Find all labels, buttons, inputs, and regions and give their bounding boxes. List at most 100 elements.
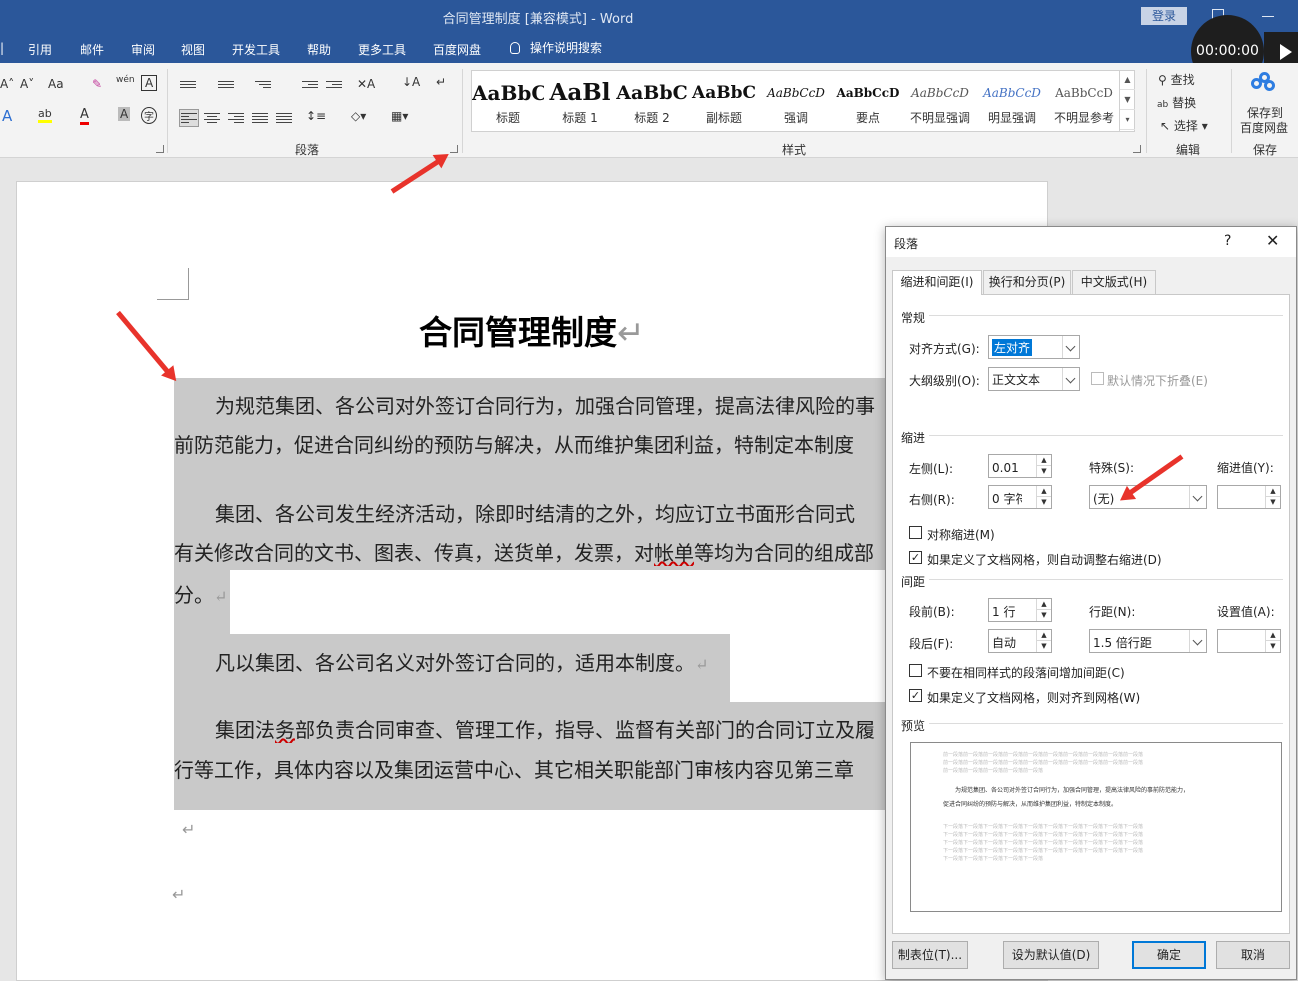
- set-default-button[interactable]: 设为默认值(D): [1003, 941, 1099, 969]
- clear-format-icon[interactable]: ✎: [92, 77, 102, 91]
- dialog-titlebar[interactable]: 段落 ? ✕: [886, 227, 1296, 257]
- line-spacing-icon[interactable]: ↕≡: [306, 109, 326, 123]
- spin-up-icon[interactable]: ▲: [1037, 455, 1051, 466]
- style-intense-emphasis[interactable]: AaBbCcD 明显强调: [976, 71, 1048, 131]
- play-icon[interactable]: [1280, 44, 1292, 60]
- spin-up-icon[interactable]: ▲: [1037, 599, 1051, 610]
- align-right-icon[interactable]: [228, 111, 244, 125]
- close-icon[interactable]: ✕: [1266, 231, 1279, 250]
- paragraph-4-line-2[interactable]: 行等工作，具体内容以及集团运营中心、其它相关职能部门审核内容见第三章: [174, 754, 886, 783]
- shading-icon[interactable]: ◇▾: [351, 109, 366, 123]
- decrease-indent-icon[interactable]: [302, 79, 318, 93]
- cancel-button[interactable]: 取消: [1216, 941, 1290, 969]
- paragraph-dialog-launcher[interactable]: [450, 145, 458, 153]
- style-emphasis[interactable]: AaBbCcD 强调: [760, 71, 832, 131]
- sort-icon[interactable]: ↓A: [402, 75, 420, 89]
- tab-review[interactable]: 审阅: [131, 41, 155, 58]
- help-icon[interactable]: ?: [1224, 233, 1231, 249]
- pinyin-icon[interactable]: wén: [116, 75, 135, 85]
- style-heading-2[interactable]: AaBbC 标题 2: [616, 71, 688, 131]
- alignment-select[interactable]: 左对齐: [988, 335, 1080, 359]
- tabs-button[interactable]: 制表位(T)...: [892, 941, 968, 969]
- spin-down-icon[interactable]: ▼: [1037, 641, 1051, 652]
- more-styles-icon[interactable]: ▾: [1120, 110, 1135, 130]
- enclose-char-icon[interactable]: 字: [141, 107, 157, 124]
- shrink-font-icon[interactable]: A˅: [20, 77, 34, 91]
- paragraph-1-line-1[interactable]: 为规范集团、各公司对外签订合同行为，加强合同管理，提高法律风险的事: [215, 390, 886, 419]
- style-subtle-emphasis[interactable]: AaBbCcD 不明显强调: [904, 71, 976, 131]
- tab-line-page-breaks[interactable]: 换行和分页(P): [983, 270, 1071, 294]
- borders-icon[interactable]: ▦▾: [391, 109, 408, 123]
- save-to-netdisk-line2[interactable]: 百度网盘: [1240, 119, 1288, 136]
- tab-developer[interactable]: 开发工具: [232, 41, 280, 58]
- chinese-layout-icon[interactable]: ✕A: [357, 77, 375, 91]
- tab-help[interactable]: 帮助: [307, 41, 331, 58]
- line-spacing-select[interactable]: 1.5 倍行距: [1089, 629, 1207, 653]
- scroll-up-icon[interactable]: ▲: [1120, 70, 1135, 90]
- baidu-cloud-icon[interactable]: [1251, 72, 1277, 96]
- spin-down-icon[interactable]: ▼: [1266, 497, 1280, 508]
- tab-references[interactable]: 引用: [28, 41, 52, 58]
- text-effect-icon[interactable]: A: [2, 107, 12, 125]
- justify-icon[interactable]: [252, 111, 268, 125]
- indent-by-spinner[interactable]: ▲ ▼: [1217, 485, 1281, 509]
- select-button[interactable]: ↖ 选择 ▾: [1160, 117, 1208, 134]
- spin-up-icon[interactable]: ▲: [1266, 486, 1280, 497]
- space-before-spinner[interactable]: 1 行 ▲ ▼: [988, 598, 1052, 622]
- highlight-icon[interactable]: ab: [38, 107, 52, 123]
- tell-me-search[interactable]: 操作说明搜索: [510, 39, 602, 56]
- font-color-icon[interactable]: A: [80, 107, 89, 125]
- char-border-icon[interactable]: A: [141, 75, 158, 91]
- style-strong[interactable]: AaBbCcD 要点: [832, 71, 904, 131]
- spin-down-icon[interactable]: ▼: [1037, 610, 1051, 621]
- spacing-at-spinner[interactable]: ▲ ▼: [1217, 629, 1281, 653]
- ok-button[interactable]: 确定: [1132, 941, 1206, 969]
- tab-baidu-netdisk[interactable]: 百度网盘: [433, 41, 481, 58]
- paragraph-2-line-2[interactable]: 有关修改合同的文书、图表、传真，送货单，发票，对帐单等均为合同的组成部: [174, 537, 886, 566]
- style-subtle-reference[interactable]: AaBbCcD 不明显参考: [1048, 71, 1120, 131]
- numbering-icon[interactable]: [218, 79, 234, 93]
- bullets-icon[interactable]: [180, 79, 196, 93]
- change-case-icon[interactable]: Aa: [48, 77, 64, 91]
- tab-view[interactable]: 视图: [181, 41, 205, 58]
- spin-down-icon[interactable]: ▼: [1037, 466, 1051, 477]
- tab-asian-typography[interactable]: 中文版式(H): [1072, 270, 1156, 294]
- tab-mailings[interactable]: 邮件: [80, 41, 104, 58]
- tab-more-tools[interactable]: 更多工具: [358, 41, 406, 58]
- style-heading-1[interactable]: AaBl 标题 1: [544, 71, 616, 131]
- document-title[interactable]: 合同管理制度↵: [419, 306, 645, 354]
- paragraph-4-line-1[interactable]: 集团法务部负责合同审查、管理工作，指导、监督有关部门的合同订立及履: [215, 714, 886, 743]
- show-marks-icon[interactable]: ↵: [436, 75, 446, 89]
- mirror-indents-checkbox[interactable]: [909, 526, 922, 539]
- snap-to-grid-checkbox[interactable]: ✓: [909, 689, 922, 702]
- replace-button[interactable]: ab 替换: [1157, 94, 1196, 111]
- align-left-icon[interactable]: [179, 109, 199, 127]
- no-space-same-style-checkbox[interactable]: [909, 664, 922, 677]
- tab-indents-spacing[interactable]: 缩进和间距(I): [892, 270, 982, 295]
- auto-right-indent-checkbox[interactable]: ✓: [909, 551, 922, 564]
- space-after-spinner[interactable]: 自动 ▲ ▼: [988, 629, 1052, 653]
- paragraph-2-line-1[interactable]: 集团、各公司发生经济活动，除即时结清的之外，均应订立书面形合同式: [215, 498, 886, 527]
- paragraph-1-line-2[interactable]: 前防范能力，促进合同纠纷的预防与解决，从而维护集团利益，特制定本制度: [174, 429, 886, 458]
- outline-level-select[interactable]: 正文文本: [988, 367, 1080, 391]
- right-indent-spinner[interactable]: 0 字符 ▲ ▼: [988, 485, 1052, 509]
- align-center-icon[interactable]: [204, 111, 220, 125]
- multilevel-list-icon[interactable]: [255, 79, 271, 93]
- char-shading-icon[interactable]: A: [118, 107, 131, 121]
- paragraph-3[interactable]: 凡以集团、各公司名义对外签订合同的，适用本制度。↵: [215, 647, 886, 676]
- paragraph-2-line-3[interactable]: 分。↵: [174, 579, 234, 608]
- special-indent-select[interactable]: (无): [1089, 485, 1207, 509]
- style-subtitle[interactable]: AaBbC 副标题: [688, 71, 760, 131]
- styles-scroll[interactable]: ▲ ▼ ▾: [1119, 70, 1135, 132]
- scroll-down-icon[interactable]: ▼: [1120, 90, 1135, 110]
- find-button[interactable]: ⚲ 查找: [1158, 71, 1195, 88]
- spin-down-icon[interactable]: ▼: [1266, 641, 1280, 652]
- minimize-icon[interactable]: [1262, 16, 1274, 17]
- left-indent-spinner[interactable]: 0.01 字符 ▲▼: [988, 454, 1052, 478]
- spin-down-icon[interactable]: ▼: [1037, 497, 1051, 508]
- spin-up-icon[interactable]: ▲: [1266, 630, 1280, 641]
- login-button[interactable]: 登录: [1141, 7, 1187, 25]
- spin-up-icon[interactable]: ▲: [1037, 630, 1051, 641]
- spin-up-icon[interactable]: ▲: [1037, 486, 1051, 497]
- styles-dialog-launcher[interactable]: [1133, 145, 1141, 153]
